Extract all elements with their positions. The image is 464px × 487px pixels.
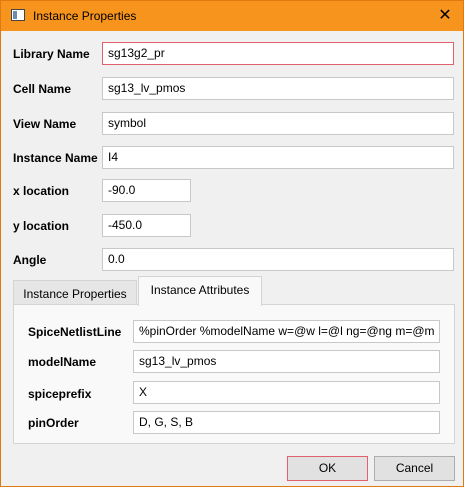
model-name-label: modelName (28, 355, 97, 369)
pin-order-label: pinOrder (28, 416, 79, 430)
instance-name-input[interactable]: I4 (102, 146, 454, 169)
y-location-label: y location (13, 219, 70, 233)
view-name-input[interactable]: symbol (102, 112, 454, 135)
window-title: Instance Properties (33, 9, 137, 23)
instance-attributes-panel: SpiceNetlistLine %pinOrder %modelName w=… (13, 304, 455, 444)
angle-input[interactable]: 0.0 (102, 248, 454, 271)
x-location-label: x location (13, 184, 70, 198)
close-icon[interactable]: ✕ (431, 3, 459, 29)
spice-prefix-label: spiceprefix (28, 387, 92, 401)
title-bar[interactable]: Instance Properties ✕ (1, 1, 463, 31)
window-icon (11, 9, 25, 21)
instance-properties-dialog: Instance Properties ✕ Library Name sg13g… (0, 0, 464, 487)
spice-prefix-input[interactable]: X (133, 381, 440, 404)
tab-instance-properties[interactable]: Instance Properties (13, 280, 137, 305)
x-location-input[interactable]: -90.0 (102, 179, 191, 202)
instance-name-label: Instance Name (13, 151, 98, 165)
spice-netlist-line-label: SpiceNetlistLine (28, 325, 122, 339)
cell-name-label: Cell Name (13, 82, 72, 96)
library-name-label: Library Name (13, 47, 90, 61)
model-name-input[interactable]: sg13_lv_pmos (133, 350, 440, 373)
library-name-input[interactable]: sg13g2_pr (102, 42, 454, 65)
y-location-input[interactable]: -450.0 (102, 214, 191, 237)
cell-name-input[interactable]: sg13_lv_pmos (102, 77, 454, 100)
tab-instance-attributes[interactable]: Instance Attributes (138, 276, 262, 306)
pin-order-input[interactable]: D, G, S, B (133, 411, 440, 434)
view-name-label: View Name (13, 117, 77, 131)
angle-label: Angle (13, 253, 47, 267)
spice-netlist-line-input[interactable]: %pinOrder %modelName w=@w l=@l ng=@ng m=… (133, 320, 440, 343)
ok-button[interactable]: OK (287, 456, 368, 481)
cancel-button[interactable]: Cancel (374, 456, 455, 481)
